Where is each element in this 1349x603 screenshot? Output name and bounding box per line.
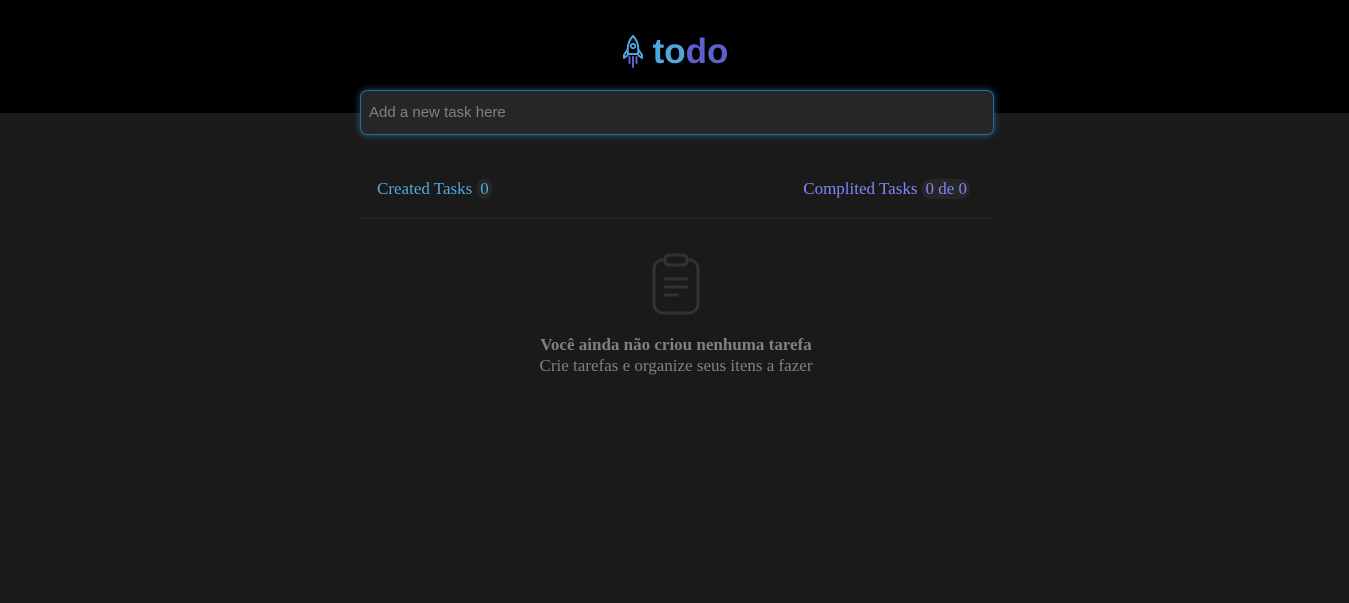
empty-state-title: Você ainda não criou nenhuma tarefa [540,335,812,354]
task-input-wrapper [360,90,994,135]
created-tasks-badge: 0 [477,179,492,199]
task-stats: Created Tasks 0 Complited Tasks 0 de 0 [360,172,992,219]
completed-tasks-label: Complited Tasks [803,179,918,198]
app-logo: todo [0,34,1349,70]
created-tasks-label: Created Tasks [377,179,473,198]
clipboard-icon [652,253,700,315]
empty-state-subtitle: Crie tarefas e organize seus itens a faz… [539,356,813,375]
task-input[interactable] [361,91,993,134]
logo-text-part1: to [652,32,686,71]
created-tasks-counter: Created Tasks 0 [377,179,492,199]
completed-tasks-counter: Complited Tasks 0 de 0 [803,179,970,199]
logo-text: todo [653,34,729,70]
empty-state: Você ainda não criou nenhuma tarefa Crie… [360,252,992,376]
rocket-icon [622,35,643,68]
logo-text-part2: do [685,32,729,71]
completed-tasks-badge: 0 de 0 [922,179,970,199]
